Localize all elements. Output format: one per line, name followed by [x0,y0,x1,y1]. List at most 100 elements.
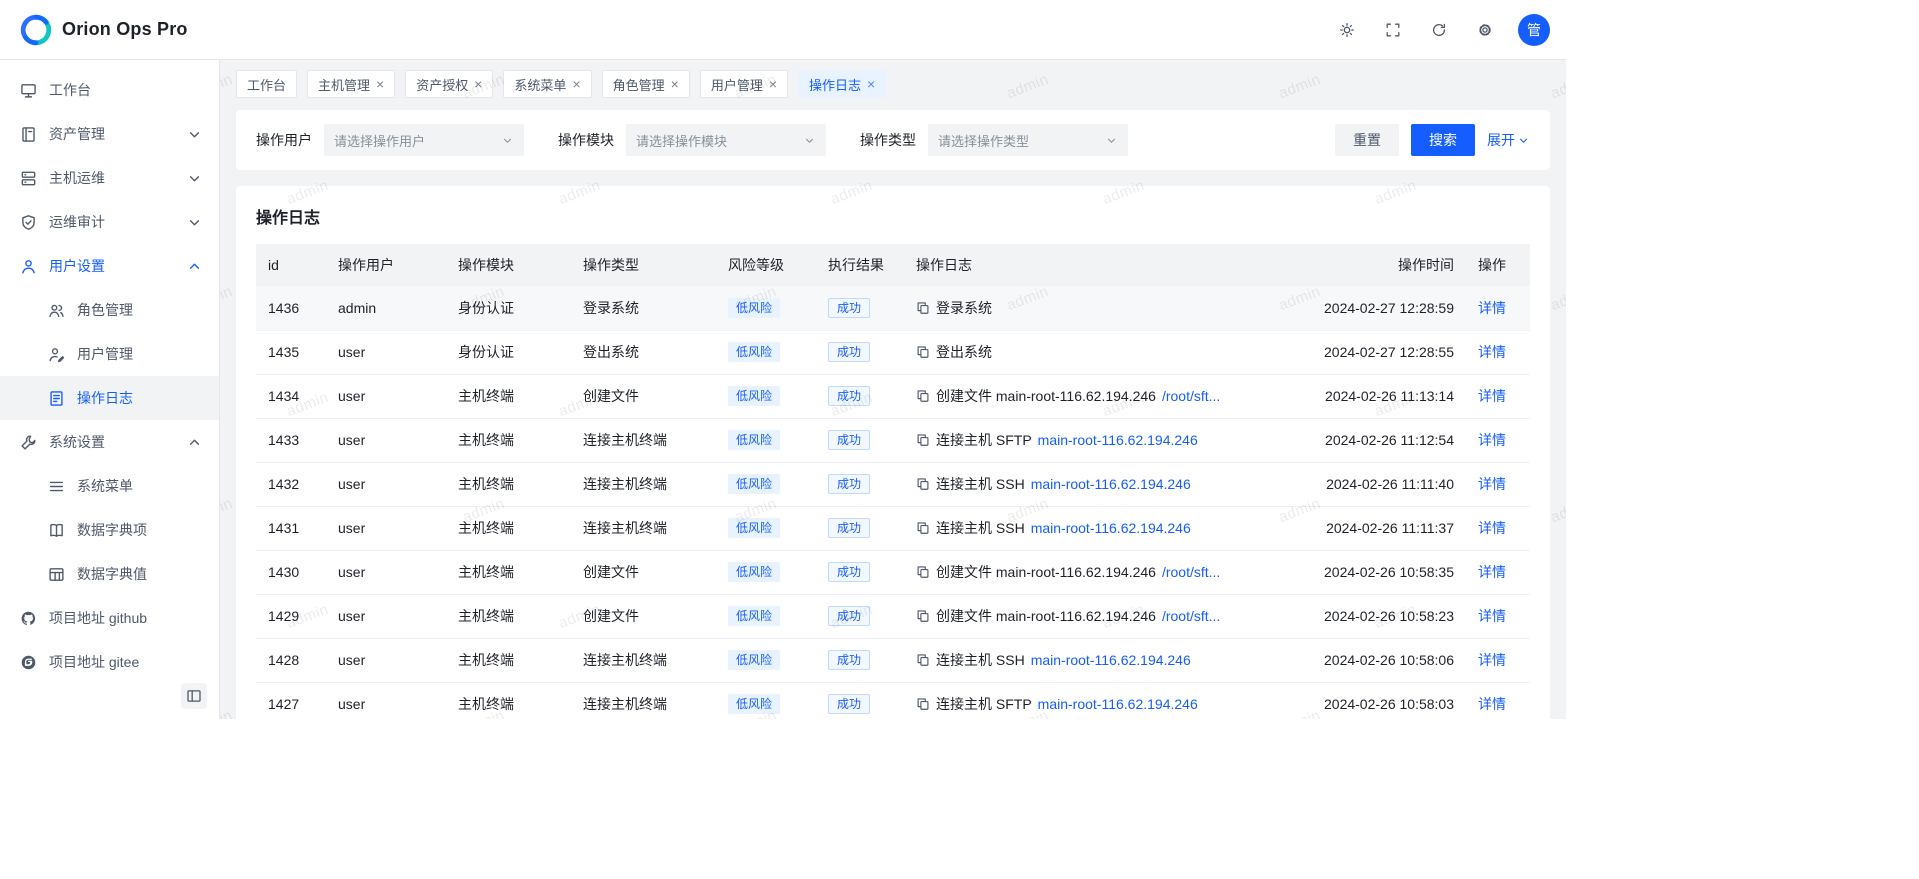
fullscreen-button[interactable] [1376,13,1410,47]
github-icon [20,610,37,627]
log-link[interactable]: /root/sft... [1162,564,1220,580]
cell-id: 1436 [268,300,299,316]
tab-close-icon[interactable]: × [474,77,482,91]
sidebar-item-dict-item[interactable]: 数据字典项 [0,508,219,552]
log-link[interactable]: main-root-116.62.194.246 [1038,432,1198,448]
sidebar-item-system-settings[interactable]: 系统设置 [0,420,219,464]
sidebar-item-project-github[interactable]: 项目地址 github [0,596,219,640]
log-link[interactable]: main-root-116.62.194.246 [1031,652,1191,668]
tab-item[interactable]: 用户管理× [700,70,788,98]
tab-item[interactable]: 系统菜单× [503,70,591,98]
cell-user: user [338,344,365,360]
cell-time: 2024-02-27 12:28:55 [1324,344,1454,360]
detail-link[interactable]: 详情 [1478,388,1506,404]
log-cell: 连接主机 SFTPmain-root-116.62.194.246 [916,430,1274,450]
tab-close-icon[interactable]: × [671,77,679,91]
sidebar-item-workbench[interactable]: 工作台 [0,68,219,112]
sidebar-item-label: 数据字典项 [77,520,147,540]
tab-item[interactable]: 操作日志× [798,70,886,98]
header-actions: 管 [1330,13,1550,47]
detail-link[interactable]: 详情 [1478,300,1506,316]
tab-close-icon[interactable]: × [769,77,777,91]
settings-button[interactable] [1468,13,1502,47]
sidebar-item-host-ops[interactable]: 主机运维 [0,156,219,200]
sidebar-nav: 工作台资产管理主机运维运维审计用户设置角色管理用户管理操作日志系统设置系统菜单数… [0,68,219,684]
detail-link[interactable]: 详情 [1478,564,1506,580]
log-link[interactable]: /root/sft... [1162,388,1220,404]
cell-time: 2024-02-26 11:11:37 [1326,520,1454,536]
copy-icon[interactable] [916,301,930,315]
log-link[interactable]: main-root-116.62.194.246 [1031,520,1191,536]
copy-icon[interactable] [916,433,930,447]
operation-type-select[interactable]: 请选择操作类型 [928,124,1128,156]
sidebar-item-role-management[interactable]: 角色管理 [0,288,219,332]
theme-toggle-button[interactable] [1330,13,1364,47]
detail-link[interactable]: 详情 [1478,652,1506,668]
copy-icon[interactable] [916,653,930,667]
cell-type: 连接主机终端 [583,520,667,536]
copy-icon[interactable] [916,565,930,579]
filter-field-operation-type: 操作类型请选择操作类型 [860,124,1128,156]
refresh-button[interactable] [1422,13,1456,47]
copy-icon[interactable] [916,609,930,623]
tab-close-icon[interactable]: × [867,77,875,91]
tab-close-icon[interactable]: × [572,77,580,91]
sidebar-item-user-management[interactable]: 用户管理 [0,332,219,376]
sidebar-collapse-button[interactable] [181,683,207,709]
reset-button[interactable]: 重置 [1335,124,1399,156]
result-badge: 成功 [828,474,870,494]
cell-id: 1432 [268,476,299,492]
table-row: 1429user主机终端创建文件低风险成功创建文件 main-root-116.… [256,594,1530,638]
detail-link[interactable]: 详情 [1478,520,1506,536]
chevron-down-icon [501,134,514,147]
expand-toggle[interactable]: 展开 [1487,130,1530,150]
log-cell: 连接主机 SSHmain-root-116.62.194.246 [916,518,1274,538]
sidebar-item-asset-management[interactable]: 资产管理 [0,112,219,156]
cell-user: user [338,608,365,624]
monitor-icon [20,82,37,99]
refresh-icon [1431,22,1447,38]
tab-item[interactable]: 工作台 [236,70,297,98]
sidebar-item-system-menu[interactable]: 系统菜单 [0,464,219,508]
sidebar-item-operation-log[interactable]: 操作日志 [0,376,219,420]
chevron-up-icon [186,258,203,275]
detail-link[interactable]: 详情 [1478,344,1506,360]
log-link[interactable]: main-root-116.62.194.246 [1038,696,1198,712]
host-icon [20,170,37,187]
search-button[interactable]: 搜索 [1411,124,1475,156]
chevron-up-icon [186,434,203,451]
detail-link[interactable]: 详情 [1478,476,1506,492]
tab-item[interactable]: 角色管理 × [602,70,690,98]
log-text: 创建文件 main-root-116.62.194.246 [936,562,1156,582]
copy-icon[interactable] [916,477,930,491]
cell-type: 连接主机终端 [583,652,667,668]
detail-link[interactable]: 详情 [1478,432,1506,448]
result-badge: 成功 [828,650,870,670]
risk-badge: 低风险 [728,298,780,318]
log-link[interactable]: main-root-116.62.194.246 [1031,476,1191,492]
sidebar-item-project-gitee[interactable]: 项目地址 gitee [0,640,219,684]
sidebar-item-dict-value[interactable]: 数据字典值 [0,552,219,596]
result-badge: 成功 [828,430,870,450]
detail-link[interactable]: 详情 [1478,608,1506,624]
sidebar-item-ops-audit[interactable]: 运维审计 [0,200,219,244]
copy-icon[interactable] [916,521,930,535]
copy-icon[interactable] [916,389,930,403]
tab-item[interactable]: 主机管理× [307,70,395,98]
sidebar-item-user-settings[interactable]: 用户设置 [0,244,219,288]
log-text: 创建文件 main-root-116.62.194.246 [936,606,1156,626]
log-link[interactable]: /root/sft... [1162,608,1220,624]
operation-module-select[interactable]: 请选择操作模块 [626,124,826,156]
copy-icon[interactable] [916,345,930,359]
user-avatar[interactable]: 管 [1518,14,1550,46]
tab-item[interactable]: 资产授权× [405,70,493,98]
cell-type: 创建文件 [583,608,639,624]
detail-link[interactable]: 详情 [1478,696,1506,712]
operation-user-select[interactable]: 请选择操作用户 [324,124,524,156]
tab-label: 角色管理 [613,75,665,94]
cell-user: user [338,520,365,536]
tab-close-icon[interactable]: × [376,77,384,91]
result-badge: 成功 [828,298,870,318]
table-row: 1435user身份认证登出系统低风险成功登出系统2024-02-27 12:2… [256,330,1530,374]
copy-icon[interactable] [916,697,930,711]
